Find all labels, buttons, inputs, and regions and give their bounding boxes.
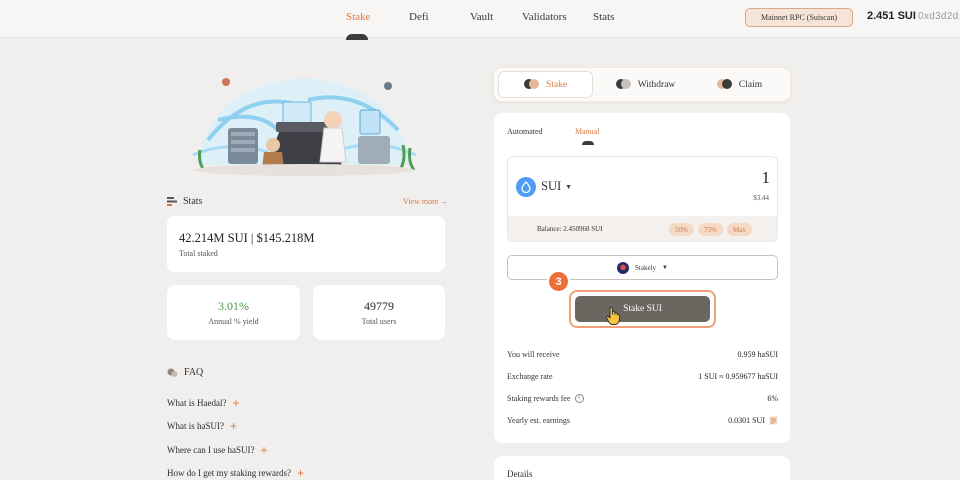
chip-50-percent[interactable]: 50% [669, 223, 694, 236]
step-badge: 3 [549, 272, 568, 291]
stake-tab-icon [523, 79, 539, 90]
rewards-fee-label: Staking rewards fee [507, 394, 571, 403]
token-selector[interactable]: SUI ▼ [541, 179, 572, 194]
faq-section-title: FAQ [167, 367, 203, 378]
nav-vault[interactable]: Vault [470, 11, 493, 23]
hero-illustration [192, 78, 417, 176]
receive-value: 0.959 haSUI [737, 350, 778, 359]
nav-defi[interactable]: Defi [409, 11, 429, 23]
faq-question: What is Haedal? [167, 398, 227, 408]
faq-chat-icon [167, 368, 178, 377]
subtab-automated[interactable]: Automated [507, 127, 543, 136]
validator-avatar [617, 261, 630, 274]
balance-row: Balance: 2.450968 SUI 50% 75% Max [508, 216, 777, 241]
tab-stake[interactable]: Stake [498, 71, 593, 98]
info-icon[interactable]: i [574, 394, 584, 403]
chip-max[interactable]: Max [727, 223, 752, 236]
faq-question: What is haSUI? [167, 421, 224, 431]
nav-stake[interactable]: Stake [346, 11, 370, 23]
faq-question: How do I get my staking rewards? [167, 468, 291, 478]
hand-cursor-icon [606, 306, 620, 325]
view-more-link[interactable]: View more → [403, 197, 448, 206]
chip-75-percent[interactable]: 75% [698, 223, 723, 236]
rewards-fee-value: 6% [767, 394, 778, 403]
faq-item-what-is-haedal[interactable]: What is Haedal? + [167, 395, 240, 410]
token-symbol: SUI [541, 179, 562, 193]
plus-icon: + [296, 465, 304, 480]
total-users-label: Total users [361, 317, 397, 326]
nav-stats[interactable]: Stats [593, 11, 614, 23]
yearly-earnings-value-row: 0.0301 SUI [728, 416, 778, 425]
faq-question: Where can I use haSUI? [167, 445, 255, 455]
tab-claim-label: Claim [738, 79, 763, 90]
exchange-rate-label: Exchange rate [507, 372, 553, 381]
faq-title-text: FAQ [184, 367, 204, 378]
tab-stake-label: Stake [545, 79, 568, 90]
total-staked-label: Total staked [179, 249, 218, 258]
claim-tab-icon [716, 79, 732, 90]
stake-amount-box: SUI ▼ $3.44 Balance: 2.450968 SUI 50% 75… [507, 156, 778, 242]
stake-amount-input[interactable] [678, 168, 770, 188]
yearly-earnings-value: 0.0301 SUI [728, 416, 765, 425]
balance-text: Balance: 2.450968 SUI [537, 225, 603, 233]
usd-value: $3.44 [753, 194, 769, 202]
plus-icon: + [260, 442, 268, 457]
validator-name: Stakely [635, 263, 657, 272]
faq-item-where-use-hasui[interactable]: Where can I use haSUI? + [167, 442, 268, 457]
validator-selector[interactable]: Stakely ▼ [507, 255, 778, 280]
total-users-card: 49779 Total users [313, 285, 445, 340]
stats-bars-icon [167, 197, 177, 206]
plus-icon: + [232, 395, 240, 410]
nav-active-indicator [346, 34, 368, 40]
rpc-selector-button[interactable]: Mainnet RPC (Suiscan) [745, 8, 853, 27]
sui-drop-icon [516, 177, 536, 197]
total-users-value: 49779 [364, 299, 394, 313]
stake-panel: Automated Manual SUI ▼ $3.44 Balance: 2.… [494, 113, 790, 443]
caret-down-icon: ▼ [662, 264, 668, 271]
stats-title-text: Stats [183, 196, 203, 207]
receive-label: You will receive [507, 350, 560, 359]
tab-withdraw-label: Withdraw [637, 79, 676, 90]
wallet-balance[interactable]: 2.451 SUI [867, 10, 916, 22]
apy-value: 3.01% [218, 299, 249, 313]
plus-icon: + [229, 418, 237, 433]
faq-item-what-is-hasui[interactable]: What is haSUI? + [167, 418, 237, 433]
rewards-fee-label-row: Staking rewards fee i [507, 394, 584, 403]
faq-item-staking-rewards[interactable]: How do I get my staking rewards? + [167, 465, 304, 480]
tab-claim[interactable]: Claim [692, 71, 787, 98]
caret-down-icon: ▼ [565, 182, 573, 191]
wallet-address[interactable]: 0xd3d2d… [918, 11, 960, 22]
total-staked-value: 42.214M SUI | $145.218M [179, 231, 315, 245]
details-title: Details [507, 469, 533, 479]
stats-section-title: Stats [167, 196, 202, 207]
yearly-earnings-label: Yearly est. earnings [507, 416, 570, 425]
tab-withdraw[interactable]: Withdraw [598, 71, 693, 98]
stake-sui-button[interactable]: Stake SUI [575, 296, 710, 322]
subtab-manual[interactable]: Manual [575, 127, 599, 136]
total-staked-card: 42.214M SUI | $145.218M Total staked [167, 216, 445, 272]
exchange-rate-value: 1 SUI ≈ 0.959677 haSUI [698, 372, 778, 381]
apy-card: 3.01% Annual % yield [167, 285, 300, 340]
apy-label: Annual % yield [208, 317, 259, 326]
nav-validators[interactable]: Validators [522, 11, 567, 23]
mode-tabs: Stake Withdraw Claim [494, 68, 790, 101]
coin-stack-icon [769, 416, 778, 425]
subtab-active-indicator [582, 141, 594, 145]
withdraw-tab-icon [615, 79, 631, 90]
details-card[interactable]: Details [494, 456, 790, 480]
